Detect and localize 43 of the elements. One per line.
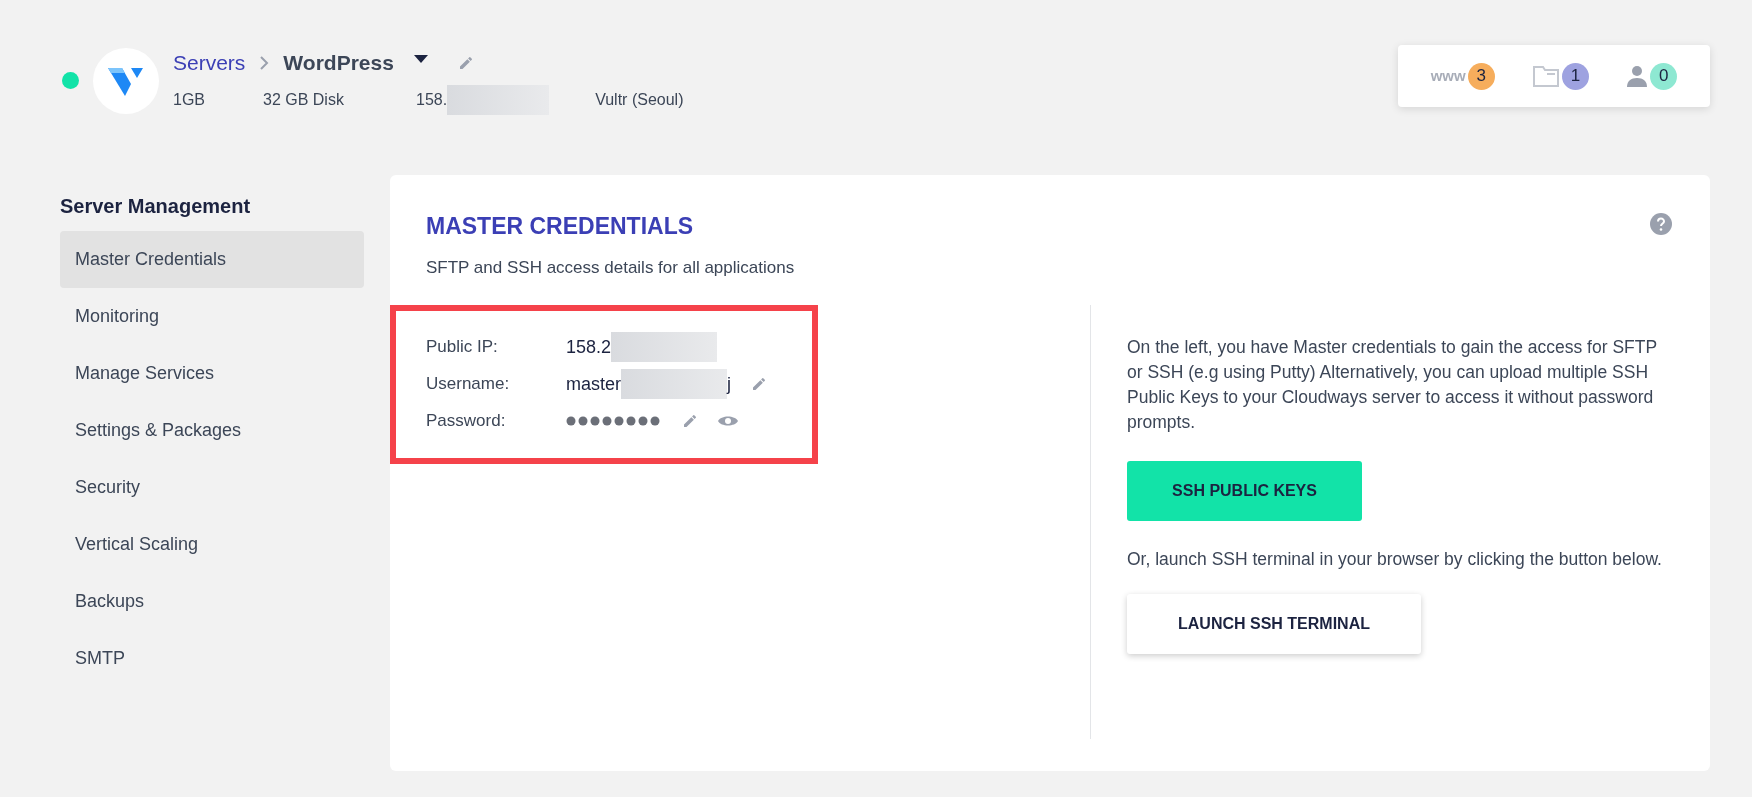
sidebar-item[interactable]: Security — [60, 458, 364, 516]
panel-subtitle: SFTP and SSH access details for all applications — [426, 257, 795, 279]
breadcrumb-link[interactable]: Servers — [173, 47, 246, 79]
server-provider: Vultr (Seoul) — [595, 89, 684, 110]
credential-value: master — [566, 372, 621, 396]
terminal-text: Or, launch SSH terminal in your browser by clicking the button below. — [1127, 547, 1663, 571]
sidebar-item[interactable]: Monitoring — [60, 287, 364, 345]
sidebar-item[interactable]: Master Credentials — [60, 230, 364, 288]
sidebar-item[interactable]: Vertical Scaling — [60, 515, 364, 573]
folder-icon — [1532, 64, 1560, 88]
edit-icon[interactable] — [457, 54, 474, 71]
panel-title: MASTER CREDENTIALS — [426, 211, 695, 241]
counter-item[interactable]: 0 — [1626, 62, 1678, 90]
sidebar-item[interactable]: Manage Services — [60, 344, 364, 402]
ssh-keys-button[interactable]: SSH PUBLIC KEYS — [1127, 460, 1362, 521]
sidebar-item[interactable]: Backups — [60, 572, 364, 630]
www-label: www — [1430, 65, 1466, 86]
sidebar-item[interactable]: Settings & Packages — [60, 401, 364, 459]
counter-item[interactable]: www 3 — [1430, 62, 1495, 90]
counter-item[interactable]: 1 — [1532, 62, 1589, 90]
server-disk: 32 GB Disk — [263, 89, 345, 110]
count-badge: 0 — [1650, 62, 1678, 90]
dropdown-caret-icon[interactable] — [413, 54, 428, 63]
user-icon — [1626, 64, 1649, 88]
pencil-icon[interactable] — [751, 376, 767, 392]
help-icon[interactable] — [1650, 212, 1672, 235]
pencil-icon[interactable] — [682, 413, 698, 429]
server-ip: 158. — [416, 89, 448, 110]
chevron-right-icon — [259, 55, 270, 70]
eye-icon[interactable] — [718, 414, 738, 428]
server-name: WordPress — [283, 50, 394, 76]
credential-label: Password: — [426, 410, 507, 433]
sidebar-item[interactable]: SMTP — [60, 629, 364, 687]
sidebar-heading: Server Management — [60, 193, 252, 219]
credential-value: 158.2 — [566, 335, 612, 359]
count-badge: 1 — [1562, 62, 1589, 90]
launch-terminal-button[interactable]: LAUNCH SSH TERMINAL — [1127, 593, 1421, 654]
credential-value: j — [727, 372, 731, 396]
info-text: On the left, you have Master credentials to gain the access for SFTP or SSH (e.g using Putty) Alternatively, you can upload multiple SSH Public Keys to your Cloudways server to access it without password prompts. — [1127, 335, 1658, 434]
credential-label: Public IP: — [426, 336, 499, 359]
count-badge: 3 — [1467, 62, 1495, 90]
credential-label: Username: — [426, 373, 511, 396]
server-ram: 1GB — [173, 89, 206, 110]
